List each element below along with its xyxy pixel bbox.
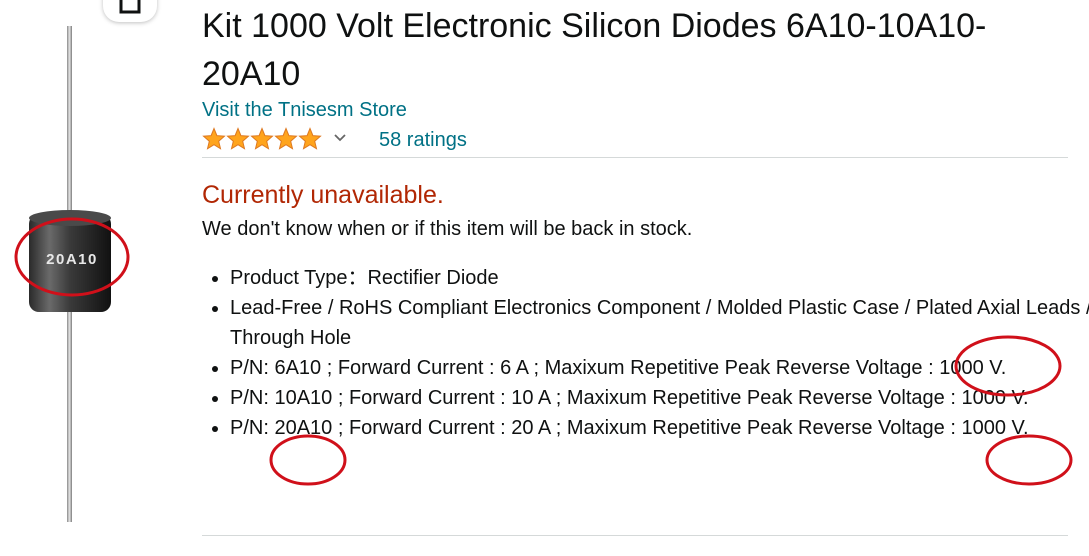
store-link[interactable]: Visit the Tnisesm Store bbox=[202, 99, 407, 122]
stock-message: We don't know when or if this item will … bbox=[202, 218, 693, 240]
annotation-circle-pn-20a10 bbox=[269, 434, 347, 486]
diode-lead-top bbox=[67, 26, 72, 216]
share-button[interactable] bbox=[103, 0, 157, 22]
share-icon bbox=[119, 0, 141, 14]
star-rating[interactable] bbox=[202, 127, 322, 155]
diode-body-top bbox=[29, 210, 111, 226]
annotation-circle-voltage-20a10 bbox=[985, 434, 1073, 486]
feature-bullets: Product Type：Rectifier Diode Lead-Free /… bbox=[202, 263, 1089, 443]
diode-marking: 20A10 bbox=[46, 251, 98, 268]
star-icon bbox=[298, 127, 322, 150]
star-icon bbox=[250, 127, 274, 150]
feature-bullet: Lead-Free / RoHS Compliant Electronics C… bbox=[230, 293, 1089, 353]
divider bbox=[202, 157, 1068, 158]
star-icon bbox=[202, 127, 226, 150]
star-icon bbox=[274, 127, 298, 150]
chevron-down-icon[interactable] bbox=[334, 133, 346, 143]
feature-bullet: P/N: 10A10 ; Forward Current : 10 A ; Ma… bbox=[230, 383, 1089, 413]
availability-status: Currently unavailable. bbox=[202, 181, 444, 209]
diode-lead-bottom bbox=[67, 310, 72, 522]
ratings-link[interactable]: 58 ratings bbox=[379, 129, 467, 152]
feature-bullet: Product Type：Rectifier Diode bbox=[230, 263, 1089, 293]
star-icon bbox=[226, 127, 250, 150]
product-image[interactable]: 20A10 bbox=[0, 20, 150, 530]
feature-bullet: P/N: 20A10 ; Forward Current : 20 A ; Ma… bbox=[230, 413, 1089, 443]
product-title: Kit 1000 Volt Electronic Silicon Diodes … bbox=[202, 7, 987, 93]
feature-bullet: P/N: 6A10 ; Forward Current : 6 A ; Maxi… bbox=[230, 353, 1089, 383]
divider bbox=[202, 535, 1068, 536]
